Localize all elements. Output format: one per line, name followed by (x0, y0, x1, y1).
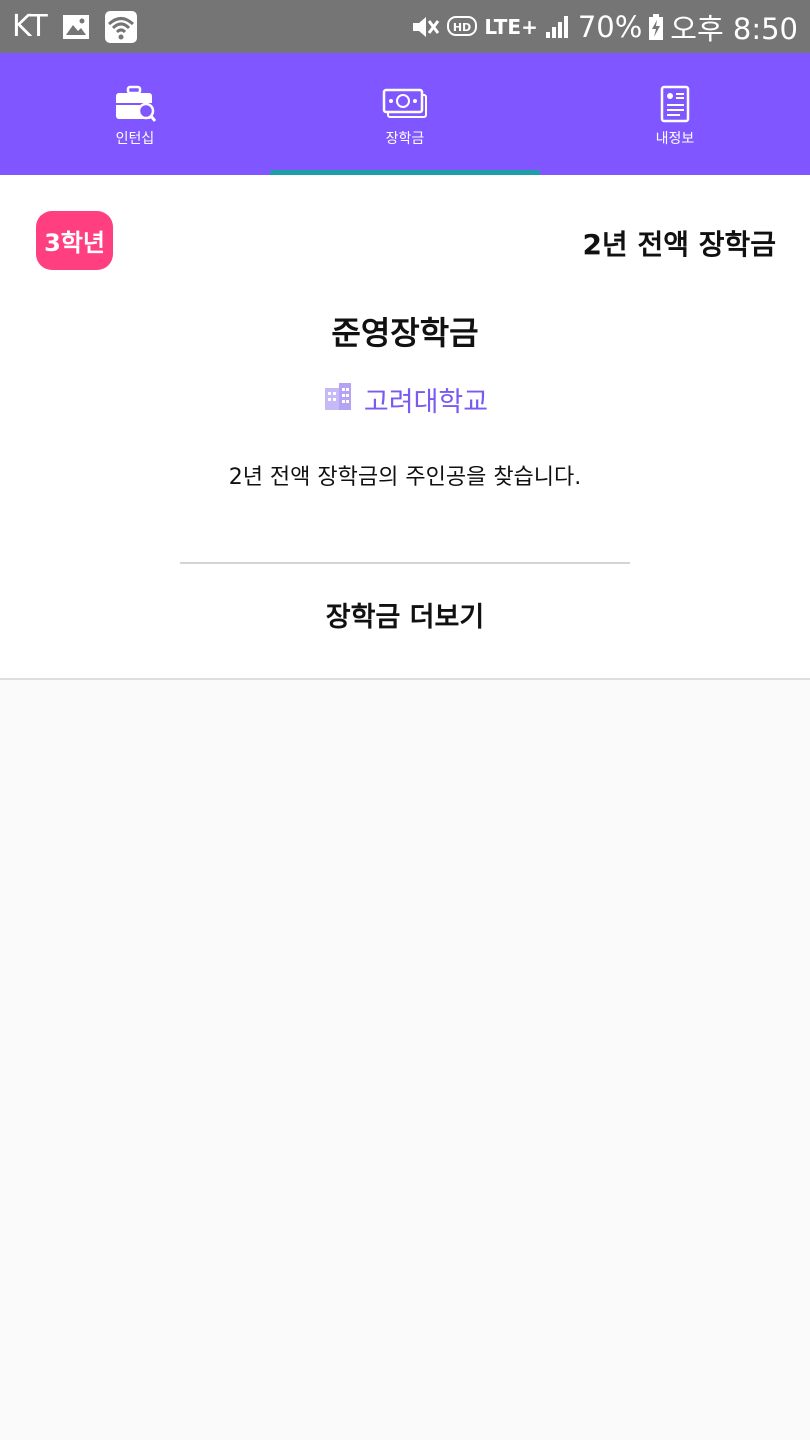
school-name: 고려대학교 (363, 387, 489, 418)
signal-icon (544, 14, 572, 40)
school-row: 고려대학교 (0, 380, 810, 419)
hd-icon: HD (446, 14, 478, 40)
briefcase-search-icon (114, 84, 156, 124)
battery-percent: 70% (577, 9, 643, 44)
scholarship-title: 준영장학금 (331, 314, 479, 352)
building-icon (322, 380, 354, 419)
tab-label: 장학금 (385, 131, 425, 147)
tab-internship[interactable]: 인턴십 (0, 53, 270, 175)
tab-my-info[interactable]: 내정보 (540, 53, 810, 175)
tab-label: 인턴십 (115, 131, 155, 147)
more-scholarships-button[interactable]: 장학금 더보기 (180, 595, 630, 655)
wifi-icon (104, 10, 138, 44)
battery-charging-icon (648, 13, 664, 41)
scholarship-description: 2년 전액 장학금의 주인공을 찾습니다. (228, 465, 582, 490)
profile-card-icon (660, 84, 690, 124)
network-type-label: LTE+ (484, 14, 538, 39)
image-icon (62, 14, 90, 40)
divider (180, 562, 630, 564)
mute-icon (410, 13, 440, 41)
tab-bar: 인턴십 장학금 내정보 (0, 53, 810, 175)
svg-text:HD: HD (453, 21, 471, 34)
carrier-label: KT (12, 9, 48, 44)
status-bar: KT HD LTE+ 70% 오후 8:50 (0, 0, 810, 53)
clock: 오후 8:50 (670, 11, 798, 46)
scholarship-card[interactable]: 3학년 2년 전액 장학금 준영장학금 고려대학교 2년 전액 장학금의 주인공… (0, 175, 810, 680)
tab-scholarship[interactable]: 장학금 (270, 53, 540, 175)
grade-badge: 3학년 (36, 211, 113, 270)
money-stack-icon (382, 84, 428, 124)
benefit-label: 2년 전액 장학금 (582, 228, 776, 261)
tab-label: 내정보 (655, 131, 695, 147)
